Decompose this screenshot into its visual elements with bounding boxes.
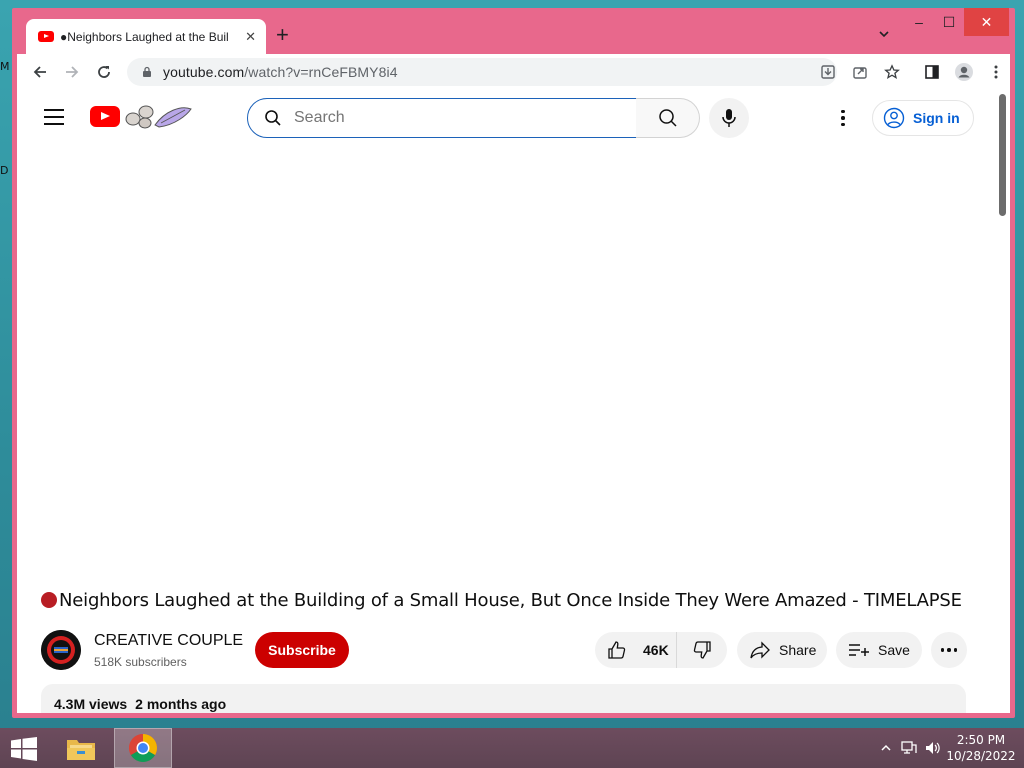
clock-time: 2:50 PM (956, 733, 1006, 747)
save-button[interactable]: Save (836, 632, 922, 668)
thumbs-down-icon (693, 641, 711, 659)
windows-start-icon[interactable] (10, 737, 38, 761)
more-actions-button[interactable] (931, 632, 967, 668)
upload-age: 2 months ago (135, 696, 227, 712)
address-bar[interactable]: youtube.com/watch?v=rnCeFBMY8i4 (127, 58, 837, 86)
save-label: Save (878, 642, 910, 658)
voice-search-button[interactable] (709, 98, 749, 138)
chrome-icon (129, 734, 157, 762)
search-icon (658, 109, 677, 127)
like-dislike-group: 46K (595, 632, 727, 668)
channel-avatar[interactable] (41, 630, 81, 670)
youtube-doodle-logo[interactable] (125, 101, 193, 131)
reload-icon[interactable] (93, 61, 115, 83)
like-button[interactable]: 46K (595, 632, 677, 668)
hamburger-icon[interactable] (44, 109, 64, 125)
share-label: Share (779, 642, 817, 658)
chrome-menu-icon[interactable] (985, 61, 1007, 83)
taskbar: 2:50 PM 10/28/2022 (0, 728, 1024, 768)
forward-icon[interactable] (61, 61, 83, 83)
new-tab-icon[interactable]: + (276, 24, 289, 46)
page-scrollbar[interactable] (999, 94, 1006, 216)
view-count: 4.3M views (54, 696, 128, 712)
profile-icon[interactable] (953, 61, 975, 83)
tray-chevron-icon[interactable] (878, 740, 894, 756)
volume-icon[interactable] (924, 740, 942, 756)
browser-toolbar: youtube.com/watch?v=rnCeFBMY8i4 (17, 54, 1010, 90)
bookmark-star-icon[interactable] (881, 61, 903, 83)
subscriber-count: 518K subscribers (94, 655, 187, 669)
tab-search-dropdown-icon[interactable] (878, 28, 890, 40)
back-icon[interactable] (29, 61, 51, 83)
file-explorer-icon (67, 740, 95, 760)
maximize-button[interactable]: ☐ (937, 8, 961, 36)
desktop-icon-label-d: D (0, 164, 9, 177)
channel-name[interactable]: CREATIVE COUPLE (94, 632, 243, 650)
search-icon (265, 110, 281, 126)
lock-icon[interactable] (141, 66, 153, 78)
search-placeholder: Search (294, 109, 345, 126)
system-tray: 2:50 PM 10/28/2022 (878, 728, 1024, 768)
youtube-favicon (38, 31, 54, 42)
account-icon (883, 107, 905, 129)
playlist-add-icon (849, 644, 869, 656)
kebab-icon[interactable] (835, 106, 851, 130)
description-box[interactable]: 4.3M views 2 months ago (41, 684, 966, 713)
search-input[interactable]: Search (247, 98, 637, 138)
mic-icon (722, 109, 736, 127)
like-count: 46K (643, 642, 669, 658)
clock-date: 10/28/2022 (946, 749, 1016, 763)
desktop-icon-label-m: M (0, 60, 10, 73)
share-page-icon[interactable] (849, 61, 871, 83)
share-button[interactable]: Share (737, 632, 827, 668)
network-icon[interactable] (900, 740, 918, 756)
taskbar-clock[interactable]: 2:50 PM 10/28/2022 (946, 732, 1016, 764)
page-viewport: Search Sign in Neighbors Laughed at the … (17, 90, 1010, 713)
search-button[interactable] (636, 98, 700, 138)
install-icon[interactable] (817, 61, 839, 83)
tab-strip: ●Neighbors Laughed at the Buil ✕ + – ☐ ✕ (12, 8, 1015, 54)
youtube-logo[interactable] (90, 106, 120, 127)
sign-in-label: Sign in (913, 110, 960, 126)
file-explorer-taskbar-button[interactable] (52, 728, 110, 768)
sign-in-button[interactable]: Sign in (872, 100, 974, 136)
close-window-button[interactable]: ✕ (964, 8, 1009, 36)
browser-tab[interactable]: ●Neighbors Laughed at the Buil ✕ (26, 19, 266, 54)
browser-window: ●Neighbors Laughed at the Buil ✕ + – ☐ ✕… (12, 8, 1015, 718)
url-text: youtube.com/watch?v=rnCeFBMY8i4 (163, 64, 398, 80)
thumbs-up-icon (608, 641, 626, 659)
share-arrow-icon (750, 641, 770, 659)
tab-close-icon[interactable]: ✕ (245, 29, 256, 45)
tab-title: ●Neighbors Laughed at the Buil (60, 29, 229, 44)
side-panel-icon[interactable] (921, 61, 943, 83)
dislike-button[interactable] (677, 640, 727, 660)
red-dot-icon (41, 592, 57, 608)
subscribe-button[interactable]: Subscribe (255, 632, 349, 668)
minimize-button[interactable]: – (907, 8, 931, 36)
chrome-taskbar-button[interactable] (114, 728, 172, 768)
video-title: Neighbors Laughed at the Building of a S… (41, 590, 962, 611)
